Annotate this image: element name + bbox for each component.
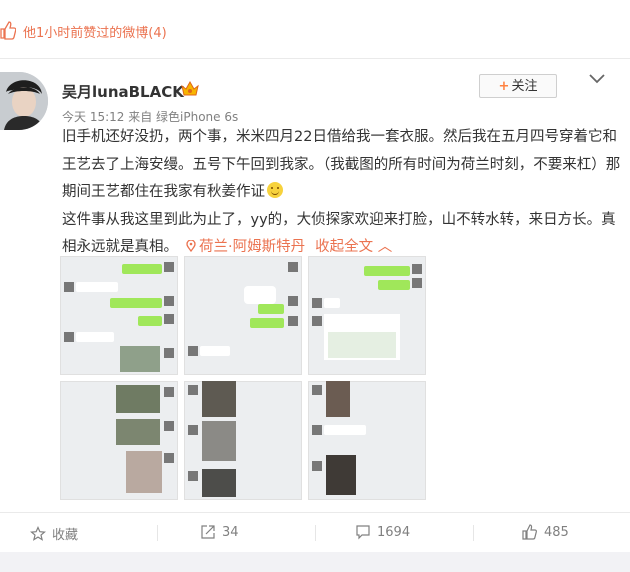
post-paragraph-1: 旧手机还好没扔，两个事，米米四月22日借给我一套衣服。然后我在五月四号穿着它和王… [62,129,621,200]
post-meta: 今天 15:12 来自 绿色iPhone 6s [62,110,239,124]
image-thumbnail-6[interactable] [308,381,426,500]
action-bar: 收藏 34 1694 485 [0,512,630,553]
liked-header-text[interactable]: 他1小时前赞过的微博(4) [23,22,167,41]
page-bottom-strip [0,552,630,572]
avatar[interactable] [0,72,48,130]
plus-icon: + [498,79,510,94]
collapse-fulltext-link[interactable]: 收起全文 ︿ [315,239,392,255]
author-name[interactable]: 吴月lunaBLACK [62,81,184,102]
location-text: 荷兰·阿姆斯特丹 [199,239,306,255]
like-button[interactable]: 485 [522,524,569,540]
post-text: 旧手机还好没扔，两个事，米米四月22日借给我一套衣服。然后我在五月四号穿着它和王… [62,124,622,262]
image-thumbnail-5[interactable] [184,381,302,500]
location-link[interactable]: 荷兰·阿姆斯特丹 [186,239,305,255]
image-thumbnail-2[interactable] [184,256,302,375]
divider [157,525,158,541]
favorite-label: 收藏 [52,528,79,543]
image-thumbnail-4[interactable] [60,381,178,500]
comment-button[interactable]: 1694 [355,524,410,540]
comment-count: 1694 [377,524,411,540]
thumbs-up-icon [0,21,16,40]
repost-button[interactable]: 34 [200,524,239,540]
share-icon [201,525,215,539]
comment-icon [356,525,370,540]
follow-button[interactable]: + 关注 [479,74,557,98]
divider [315,525,316,541]
like-icon [522,524,537,540]
chevron-down-icon[interactable] [588,72,606,86]
image-grid [60,256,428,500]
location-pin-icon [186,240,196,252]
image-thumbnail-1[interactable] [60,256,178,375]
divider [473,525,474,541]
avatar-image [0,72,48,130]
vip-badge-icon[interactable] [180,80,200,98]
image-thumbnail-3[interactable] [308,256,426,375]
liked-weibo-header[interactable]: 他1小时前赞过的微博(4) [0,0,630,59]
like-count: 485 [544,524,569,540]
favorite-button[interactable]: 收藏 [30,524,78,543]
smile-emoji-icon [267,182,283,198]
repost-count: 34 [222,524,239,540]
star-icon [30,525,46,541]
follow-label: 关注 [511,79,538,94]
